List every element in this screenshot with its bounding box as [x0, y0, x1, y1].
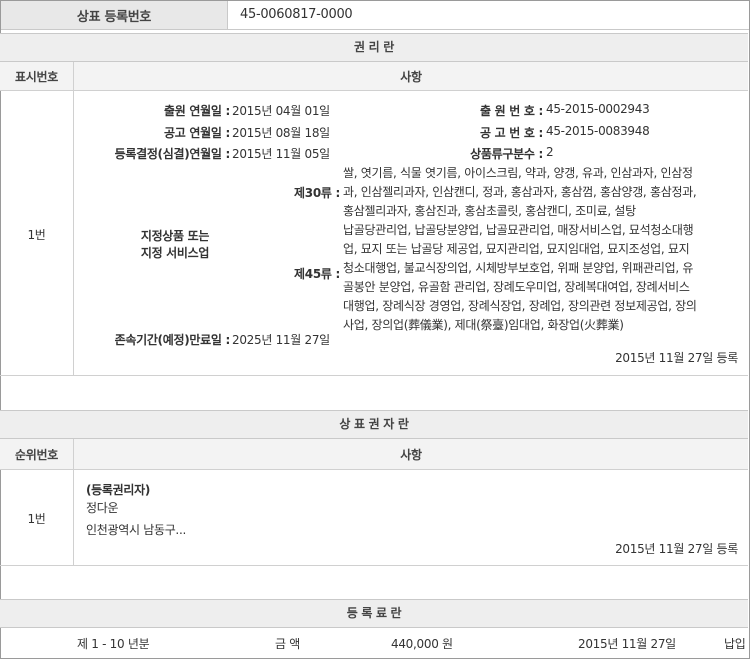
holder-name: 정다운 [86, 501, 119, 515]
reg-number-bar: 상표 등록번호 45-0060817-0000 [1, 1, 749, 30]
reg-decision-value: 2015년 11월 05일 [232, 147, 330, 161]
rights-col-detail: 사항 [400, 69, 422, 84]
class30-label: 제30류 : [294, 186, 340, 200]
designated-goods-label-line1: 지정상품 또는 [140, 229, 210, 243]
holder-row-number: 1번 [27, 512, 46, 526]
class45-services: 납골당관리업, 납골당분양업, 납골묘관리업, 매장서비스업, 묘석청소대행 업… [343, 221, 743, 335]
pub-date-value: 2015년 08월 18일 [232, 126, 330, 140]
rights-table-header: 표시번호 사항 [0, 62, 748, 91]
reg-decision-label: 등록결정(심결)연월일 : [114, 147, 231, 161]
publication-number-value: 45-2015-0083948 [546, 124, 650, 138]
fee-status: 납입 [724, 637, 746, 651]
holder-section-title: 상 표 권 자 란 [0, 410, 748, 439]
class30-line: 홍삼젤리과자, 홍삼진과, 홍삼초콜릿, 홍삼캔디, 조미료, 설탕 [343, 204, 636, 218]
class45-line: 골봉안 분양업, 유골함 관리업, 장례도우미업, 장례복대여업, 장례서비스 [343, 280, 690, 294]
holder-column-divider [73, 470, 74, 565]
class-count-label: 상품류구분수 : [470, 147, 543, 161]
fee-section-title: 등 록 료 란 [0, 599, 748, 628]
expiry-label: 존속기간(예정)만료일 : [114, 333, 231, 347]
filing-date-value: 2015년 04월 01일 [232, 104, 330, 118]
rights-section-title: 권 리 란 [0, 33, 748, 62]
class45-line: 대행업, 장례식장 경영업, 장례식장업, 장례업, 장의관련 정보제공업, 장… [343, 299, 697, 313]
reg-number-label: 상표 등록번호 [1, 1, 228, 29]
rights-row-bottom-border [0, 375, 748, 376]
class45-line: 청소대행업, 불교식장의업, 시체방부보호업, 위패 분양업, 위패관리업, 유 [343, 261, 694, 275]
class45-line: 사업, 장의업(葬儀業), 제대(祭臺)임대업, 화장업(火葬業) [343, 318, 624, 332]
holder-table-header: 순위번호 사항 [0, 439, 748, 470]
reg-number-value: 45-0060817-0000 [240, 7, 353, 22]
application-number-label: 출 원 번 호 : [480, 104, 543, 118]
fee-row: 제 1 - 10 년분 금 액 440,000 원 2015년 11월 27일 … [1, 628, 749, 656]
class30-goods: 쌀, 엿기름, 식물 엿기름, 아이스크림, 약과, 양갱, 유과, 인삼과자,… [343, 164, 743, 221]
holder-col-rank: 순위번호 [0, 439, 74, 469]
filing-date-label: 출원 연월일 : [164, 104, 230, 118]
rights-row-number: 1번 [27, 228, 46, 242]
class45-line: 업, 묘지 또는 납골당 제공업, 묘지관리업, 묘지임대업, 묘지조성업, 묘… [343, 242, 690, 256]
class45-label: 제45류 : [294, 267, 340, 281]
holder-type: (등록권리자) [86, 483, 151, 497]
pub-date-label: 공고 연월일 : [164, 126, 230, 140]
class30-line: 쌀, 엿기름, 식물 엿기름, 아이스크림, 약과, 양갱, 유과, 인삼과자,… [343, 166, 693, 180]
class30-line: 과, 인삼젤리과자, 인삼캔디, 정과, 홍삼과자, 홍삼껌, 홍삼양갱, 홍삼… [343, 185, 697, 199]
publication-number-label: 공 고 번 호 : [480, 126, 543, 140]
rights-registered-date: 2015년 11월 27일 등록 [615, 351, 738, 365]
holder-address: 인천광역시 남동구... [86, 523, 186, 537]
class45-line: 납골당관리업, 납골당분양업, 납골묘관리업, 매장서비스업, 묘석청소대행 [343, 223, 694, 237]
holder-col-detail: 사항 [400, 447, 422, 462]
application-number-value: 45-2015-0002943 [546, 102, 650, 116]
rights-col-number: 표시번호 [0, 62, 74, 90]
fee-amount: 440,000 원 [391, 637, 453, 651]
holder-row-bottom-border [0, 565, 748, 566]
fee-amount-label: 금 액 [275, 637, 300, 651]
expiry-value: 2025년 11월 27일 [232, 333, 330, 347]
fee-date: 2015년 11월 27일 [578, 637, 676, 651]
holder-registered-date: 2015년 11월 27일 등록 [615, 542, 738, 556]
designated-goods-label: 지정상품 또는 지정 서비스업 [120, 228, 230, 262]
class-count-value: 2 [546, 145, 554, 159]
fee-period: 제 1 - 10 년분 [77, 637, 150, 651]
designated-goods-label-line2: 지정 서비스업 [140, 246, 210, 260]
